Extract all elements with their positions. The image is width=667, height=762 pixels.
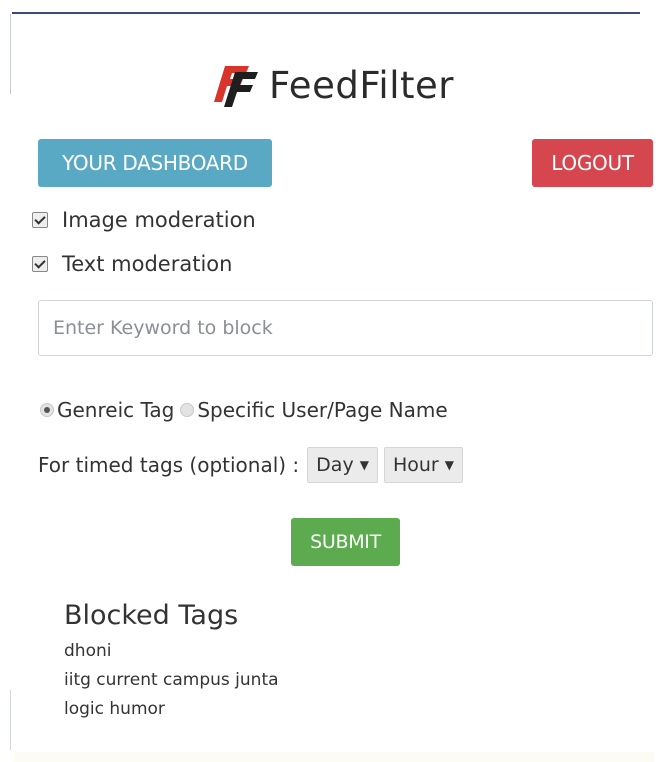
hour-select[interactable]: Hour ▼ — [383, 447, 463, 483]
generic-tag-label[interactable]: Genreic Tag — [57, 398, 174, 422]
hour-select-value: Hour — [392, 454, 439, 476]
blocked-tag-item: logic humor — [64, 699, 165, 719]
timed-tags-label: For timed tags (optional) : — [38, 453, 300, 477]
day-caret-down-icon: ▼ — [359, 458, 369, 472]
popup-window: FeedFilter YOUR DASHBOARD LOGOUT Image m… — [0, 0, 667, 762]
image-moderation-option[interactable]: Image moderation — [32, 208, 256, 232]
text-moderation-checkbox[interactable] — [32, 256, 48, 272]
logout-button[interactable]: LOGOUT — [532, 139, 653, 187]
window-left-border-lower — [10, 690, 11, 750]
text-moderation-option[interactable]: Text moderation — [32, 252, 232, 276]
feedfilter-logo-icon — [214, 66, 259, 107]
bottom-edge — [14, 752, 654, 762]
hour-caret-down-icon: ▼ — [444, 458, 454, 472]
blocked-tags-title: Blocked Tags — [64, 600, 239, 631]
brand-name: FeedFilter — [269, 63, 454, 107]
generic-tag-radio[interactable] — [40, 403, 54, 417]
specific-user-radio[interactable] — [180, 403, 195, 417]
brand-header: FeedFilter — [0, 62, 667, 108]
submit-button[interactable]: SUBMIT — [291, 518, 400, 566]
blocked-tag-item: iitg current campus junta — [64, 670, 279, 690]
tag-type-radio-group: Genreic Tag Specific User/Page Name — [40, 398, 454, 422]
image-moderation-label: Image moderation — [62, 208, 256, 232]
image-moderation-checkbox[interactable] — [32, 212, 48, 228]
keyword-input[interactable] — [38, 300, 653, 356]
day-select-value: Day — [316, 454, 354, 476]
timed-tags-row: For timed tags (optional) : Day ▼ Hour ▼ — [38, 447, 469, 483]
window-top-border — [12, 12, 640, 14]
specific-user-label[interactable]: Specific User/Page Name — [197, 398, 447, 422]
text-moderation-label: Text moderation — [62, 252, 233, 276]
your-dashboard-button[interactable]: YOUR DASHBOARD — [38, 139, 272, 187]
day-select[interactable]: Day ▼ — [307, 447, 378, 483]
blocked-tags-section: Blocked Tags dhoni iitg current campus j… — [64, 600, 279, 724]
blocked-tag-item: dhoni — [64, 641, 112, 661]
